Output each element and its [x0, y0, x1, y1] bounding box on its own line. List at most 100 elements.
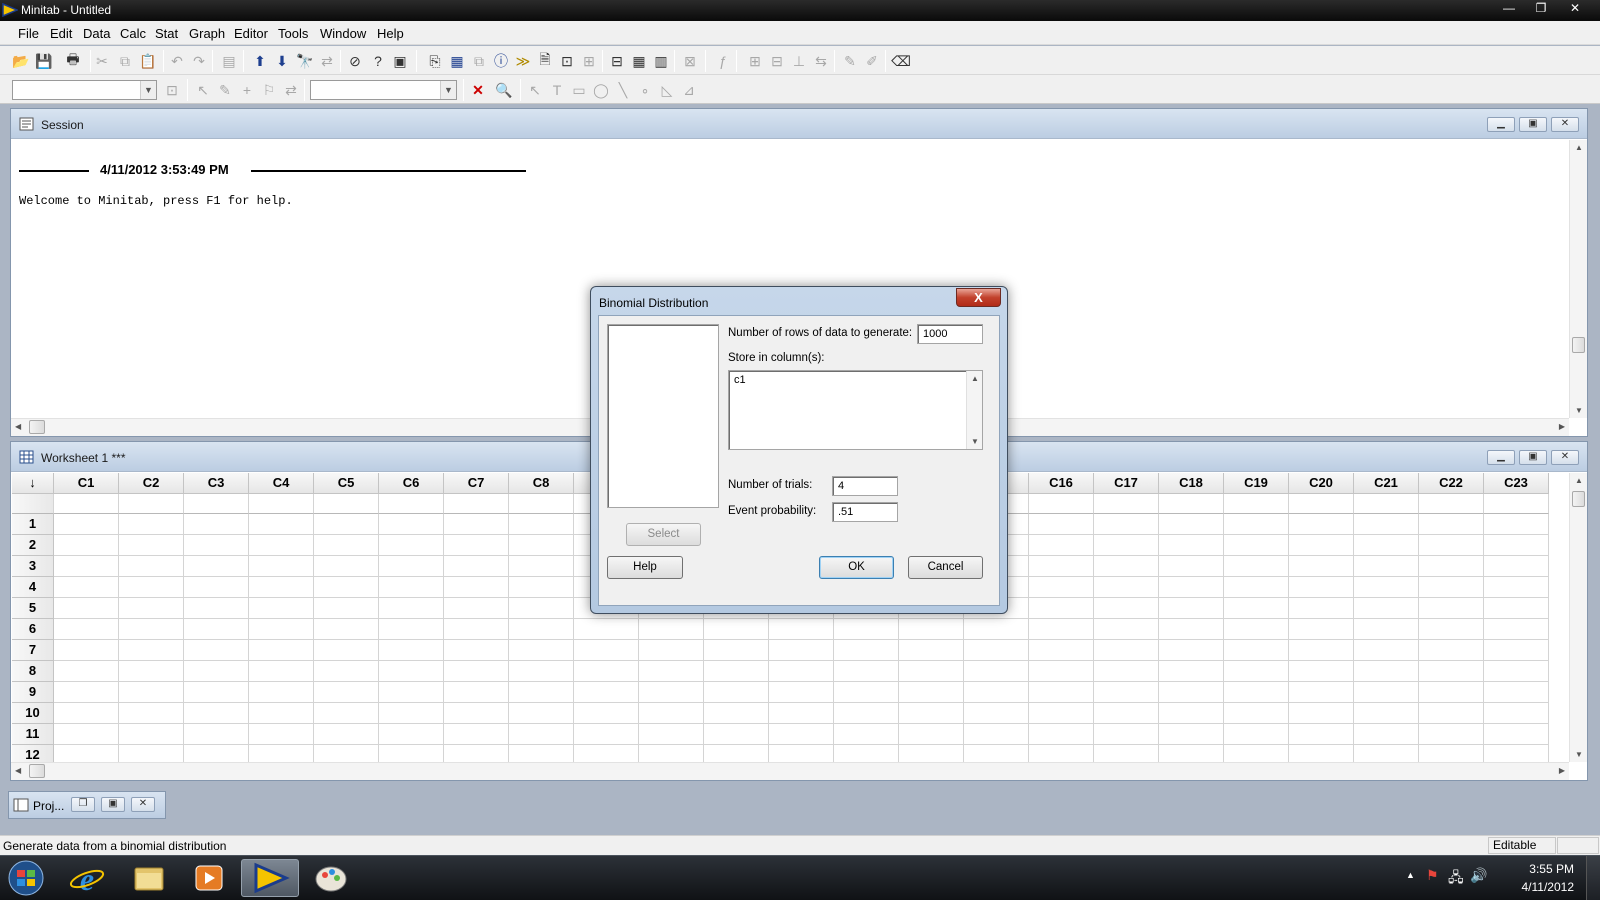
- delete-icon[interactable]: ✕: [469, 81, 487, 99]
- restore-button[interactable]: ❐: [1526, 0, 1556, 19]
- column-header-c4[interactable]: C4: [249, 473, 314, 494]
- help-icon[interactable]: ?: [369, 52, 387, 70]
- related-documents-icon[interactable]: ⊡: [558, 52, 576, 70]
- next-icon[interactable]: ⬇: [273, 52, 291, 70]
- cut-icon[interactable]: ✂: [93, 52, 111, 70]
- row-header-5[interactable]: 5: [12, 598, 54, 619]
- column-name-cell[interactable]: [444, 494, 509, 514]
- ok-button[interactable]: OK: [819, 556, 894, 579]
- select-all-corner[interactable]: ↓: [12, 473, 54, 494]
- menu-help[interactable]: Help: [377, 26, 404, 41]
- find-icon[interactable]: 🔭: [296, 52, 314, 70]
- column-header-c22[interactable]: C22: [1419, 473, 1484, 494]
- menu-edit[interactable]: Edit: [50, 26, 72, 41]
- column-header-c17[interactable]: C17: [1094, 473, 1159, 494]
- insert-columns-icon[interactable]: ⊥: [790, 52, 808, 70]
- cancel-icon[interactable]: ⊘: [346, 52, 364, 70]
- zoom-icon[interactable]: 🔍: [495, 81, 513, 99]
- minimize-button[interactable]: —: [1494, 0, 1524, 19]
- clock-time[interactable]: 3:55 PM: [1529, 862, 1574, 876]
- print-icon[interactable]: 🖶: [64, 51, 82, 70]
- taskbar-paint[interactable]: [302, 859, 360, 897]
- table-row[interactable]: [54, 682, 1549, 703]
- action-center-icon[interactable]: ⚑: [1426, 867, 1439, 884]
- session-caption[interactable]: Session ▁ ▣ ✕: [11, 109, 1587, 139]
- worksheet-minimize-button[interactable]: ▁: [1487, 450, 1515, 465]
- menu-data[interactable]: Data: [83, 26, 110, 41]
- column-name-cell[interactable]: [1029, 494, 1094, 514]
- row-header-3[interactable]: 3: [12, 556, 54, 577]
- item-selector-combo[interactable]: ▼: [310, 80, 457, 100]
- history-icon[interactable]: ≫: [514, 52, 532, 70]
- info-icon[interactable]: ⓘ: [492, 52, 510, 70]
- ellipse-icon[interactable]: ◯: [592, 81, 610, 99]
- polyline-icon[interactable]: ◺: [658, 81, 676, 99]
- clock-date[interactable]: 4/11/2012: [1522, 880, 1575, 894]
- column-header-c3[interactable]: C3: [184, 473, 249, 494]
- flag-icon[interactable]: ⚐: [260, 81, 278, 99]
- column-name-cell[interactable]: [249, 494, 314, 514]
- close-button[interactable]: ✕: [1560, 0, 1590, 19]
- table-row[interactable]: [54, 703, 1549, 724]
- taskbar-media-player[interactable]: [180, 859, 238, 897]
- crosshair-icon[interactable]: +: [238, 81, 256, 99]
- column-header-c6[interactable]: C6: [379, 473, 444, 494]
- graph-edit-icon[interactable]: ⊡: [163, 81, 181, 99]
- menu-stat[interactable]: Stat: [155, 26, 178, 41]
- column-header-c20[interactable]: C20: [1289, 473, 1354, 494]
- menu-calc[interactable]: Calc: [120, 26, 146, 41]
- graphs-icon[interactable]: ⧉: [470, 52, 488, 70]
- row-header-11[interactable]: 11: [12, 724, 54, 745]
- row-header-10[interactable]: 10: [12, 703, 54, 724]
- network-icon[interactable]: 🖧: [1448, 867, 1464, 891]
- session-maximize-button[interactable]: ▣: [1519, 117, 1547, 132]
- worksheet-icon[interactable]: ▦: [448, 52, 466, 70]
- text-icon[interactable]: T: [548, 81, 566, 99]
- cancel-button[interactable]: Cancel: [908, 556, 983, 579]
- column-name-cell[interactable]: [119, 494, 184, 514]
- table-row[interactable]: [54, 724, 1549, 745]
- project-maximize-button[interactable]: ▣: [101, 797, 125, 812]
- worksheet-vertical-scrollbar[interactable]: ▲ ▼: [1569, 473, 1587, 762]
- column-name-cell[interactable]: [54, 494, 119, 514]
- project-restore-button[interactable]: ❐: [71, 797, 95, 812]
- column-name-cell[interactable]: [1419, 494, 1484, 514]
- graph-selector-combo[interactable]: ▼: [12, 80, 157, 100]
- save-icon[interactable]: 💾: [35, 52, 53, 70]
- dialog-close-button[interactable]: X: [956, 288, 1001, 307]
- set-id-icon[interactable]: ✐: [863, 52, 881, 70]
- column-header-c2[interactable]: C2: [119, 473, 184, 494]
- project-manager-minimized[interactable]: Proj... ❐ ▣ ✕: [8, 791, 166, 819]
- row-header-7[interactable]: 7: [12, 640, 54, 661]
- taskbar-internet-explorer[interactable]: e: [58, 859, 116, 897]
- column-name-cell[interactable]: [1354, 494, 1419, 514]
- show-hidden-icons-icon[interactable]: ▲: [1406, 870, 1415, 880]
- variable-list[interactable]: [607, 324, 719, 508]
- taskbar-file-explorer[interactable]: [120, 859, 178, 897]
- column-header-c5[interactable]: C5: [314, 473, 379, 494]
- row-header-8[interactable]: 8: [12, 661, 54, 682]
- row-header-9[interactable]: 9: [12, 682, 54, 703]
- probability-input[interactable]: .51: [832, 502, 898, 522]
- menu-graph[interactable]: Graph: [189, 26, 225, 41]
- swap-icon[interactable]: ⇄: [282, 81, 300, 99]
- column-name-cell[interactable]: [1094, 494, 1159, 514]
- close-graphs-icon[interactable]: ⊟: [608, 52, 626, 70]
- column-name-cell[interactable]: [1224, 494, 1289, 514]
- worksheet-maximize-button[interactable]: ▣: [1519, 450, 1547, 465]
- menu-tools[interactable]: Tools: [278, 26, 308, 41]
- graph-brush-icon[interactable]: ⊠: [681, 52, 699, 70]
- column-header-c7[interactable]: C7: [444, 473, 509, 494]
- project-manager-icon[interactable]: ⊞: [580, 52, 598, 70]
- row-header-1[interactable]: 1: [12, 514, 54, 535]
- undo-icon[interactable]: ↶: [168, 52, 186, 70]
- table-row[interactable]: [54, 640, 1549, 661]
- row-header-12[interactable]: 12: [12, 745, 54, 762]
- session-vertical-scrollbar[interactable]: ▲ ▼: [1569, 140, 1587, 418]
- session-close-button[interactable]: ✕: [1551, 117, 1579, 132]
- replace-icon[interactable]: ⇄: [318, 52, 336, 70]
- polygon-icon[interactable]: ⊿: [680, 81, 698, 99]
- store-columns-scrollbar[interactable]: ▲ ▼: [966, 371, 982, 449]
- column-name-cell[interactable]: [379, 494, 444, 514]
- row-header-2[interactable]: 2: [12, 535, 54, 556]
